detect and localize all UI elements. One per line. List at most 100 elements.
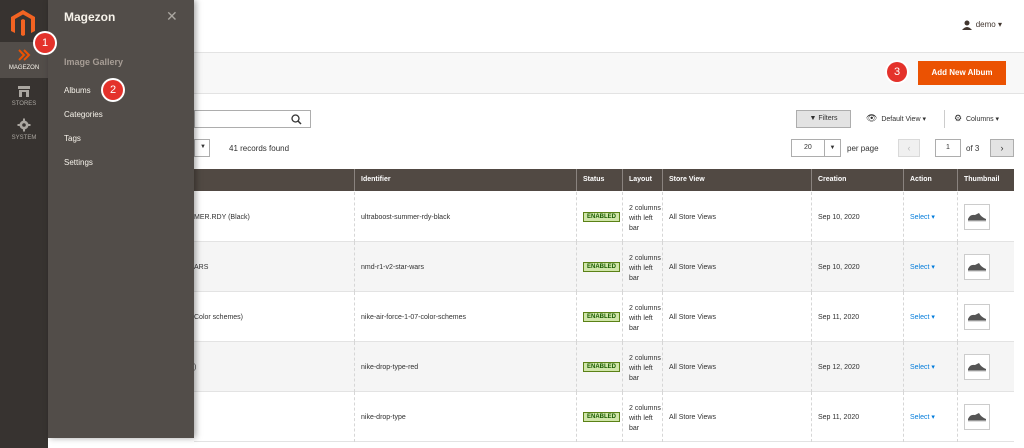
cell-name [194,392,354,442]
chevron-down-icon: ▾ [929,314,935,321]
cell-text: nmd-r1-v2-star-wars [361,263,425,271]
chevron-down-icon: ▾ [997,20,1002,30]
cell-store: All Store Views [662,342,811,392]
submenu-settings[interactable]: Settings [64,158,93,167]
default-view-select[interactable]: 👁 Default View ▾ [866,113,926,124]
user-menu[interactable]: demo ▾ [961,20,1002,30]
magezon-icon [18,49,31,61]
panel-title: Magezon [64,10,116,24]
status-badge: ENABLED [583,262,621,272]
add-new-album-button[interactable]: Add New Album [918,61,1006,85]
shoe-thumbnail-icon[interactable] [964,204,990,230]
magento-logo-icon[interactable] [8,8,38,38]
cell-text: Sep 11, 2020 [818,313,860,321]
cell-store: All Store Views [662,242,811,292]
submenu-tags[interactable]: Tags [64,134,81,143]
shoe-thumbnail-icon[interactable] [964,404,990,430]
cell-text: All Store Views [669,263,716,271]
cell-creation: Sep 12, 2020 [811,342,903,392]
cell-status: ENABLED [576,292,622,342]
cell-text: Sep 11, 2020 [818,413,860,421]
shoe-thumbnail-icon[interactable] [964,254,990,280]
search-icon[interactable] [291,114,302,125]
cell-layout: 2 columns with left bar [622,192,662,242]
filters-button[interactable]: ▼ Filters [796,110,851,128]
cell-name: Color schemes) [194,292,354,342]
chevron-down-icon[interactable]: ▼ [824,140,840,156]
cell-text: nike-drop-type-red [361,363,419,371]
col-header-store-view[interactable]: Store View [662,169,811,191]
table-header: Identifier Status Layout Store View Crea… [194,169,1014,191]
username: demo [975,20,996,30]
col-header-name[interactable] [194,169,354,191]
filters-label: Filters [818,115,838,122]
close-icon[interactable]: ✕ [166,8,178,25]
cell-thumb [957,192,1014,242]
col-header-status[interactable]: Status [576,169,622,191]
layout-text: 2 columns with left bar [629,205,661,232]
admin-nav: MAGEZON STORES SYSTEM [0,0,48,448]
nav-label: STORES [11,101,37,107]
col-header-layout[interactable]: Layout [622,169,662,191]
step-badge-2: 2 [103,80,123,100]
action-select[interactable]: Select ▾ [910,213,935,221]
cell-status: ENABLED [576,242,622,292]
cell-creation: Sep 11, 2020 [811,292,903,342]
cell-action: Select ▾ [903,192,957,242]
chevron-down-icon: ▼ [200,144,206,150]
cell-layout: 2 columns with left bar [622,392,662,442]
col-header-thumbnail[interactable]: Thumbnail [957,169,1014,191]
cell-layout: 2 columns with left bar [622,342,662,392]
col-header-creation[interactable]: Creation [811,169,903,191]
cell-store: All Store Views [662,192,811,242]
cell-identifier: ultraboost-summer-rdy-black [354,192,576,242]
submenu-albums[interactable]: Albums [64,86,91,95]
status-badge: ENABLED [583,212,621,222]
next-page-button[interactable]: › [990,139,1014,157]
cell-identifier: nike-drop-type [354,392,576,442]
cell-action: Select ▾ [903,242,957,292]
cell-thumb [957,342,1014,392]
columns-label: Columns [965,116,994,123]
columns-select[interactable]: ⚙ Columns ▾ [954,113,999,124]
chevron-down-icon: ▾ [929,264,935,271]
cell-action: Select ▾ [903,292,957,342]
current-page-input[interactable]: 1 [935,139,961,157]
per-page-label: per page [847,144,879,153]
nav-item-system[interactable]: SYSTEM [0,112,48,148]
system-icon [17,118,31,132]
nav-label: SYSTEM [11,135,37,141]
cell-text: All Store Views [669,363,716,371]
gear-icon: ⚙ [954,113,963,123]
action-select[interactable]: Select ▾ [910,363,935,371]
nav-label: MAGEZON [8,65,40,71]
cell-text: Color schemes) [194,313,244,321]
records-count: 41 records found [229,144,290,153]
step-badge-1: 1 [35,33,55,53]
col-header-identifier[interactable]: Identifier [354,169,576,191]
cell-text: nike-air-force-1-07-color-schemes [361,313,467,321]
table-row: ARS nmd-r1-v2-star-wars ENABLED 2 columns w… [194,242,1014,292]
shoe-thumbnail-icon[interactable] [964,304,990,330]
search-input[interactable] [194,110,311,128]
cell-text: ARS [194,263,209,271]
per-page-select[interactable]: 20 ▼ [791,139,841,157]
action-select-label: Select [910,214,930,221]
action-select[interactable]: Select ▾ [910,413,935,421]
cell-creation: Sep 11, 2020 [811,392,903,442]
prev-page-button[interactable]: ‹ [898,139,920,157]
col-header-action[interactable]: Action [903,169,957,191]
mass-actions-dropdown[interactable]: ▼ [194,139,210,157]
action-select-label: Select [910,414,930,421]
user-icon [961,20,972,30]
stores-icon [18,86,30,97]
action-select[interactable]: Select ▾ [910,313,935,321]
action-select[interactable]: Select ▾ [910,263,935,271]
cell-text: All Store Views [669,213,716,221]
cell-status: ENABLED [576,392,622,442]
nav-item-stores[interactable]: STORES [0,78,48,114]
status-badge: ENABLED [583,412,621,422]
shoe-thumbnail-icon[interactable] [964,354,990,380]
submenu-categories[interactable]: Categories [64,110,103,119]
cell-identifier: nmd-r1-v2-star-wars [354,242,576,292]
